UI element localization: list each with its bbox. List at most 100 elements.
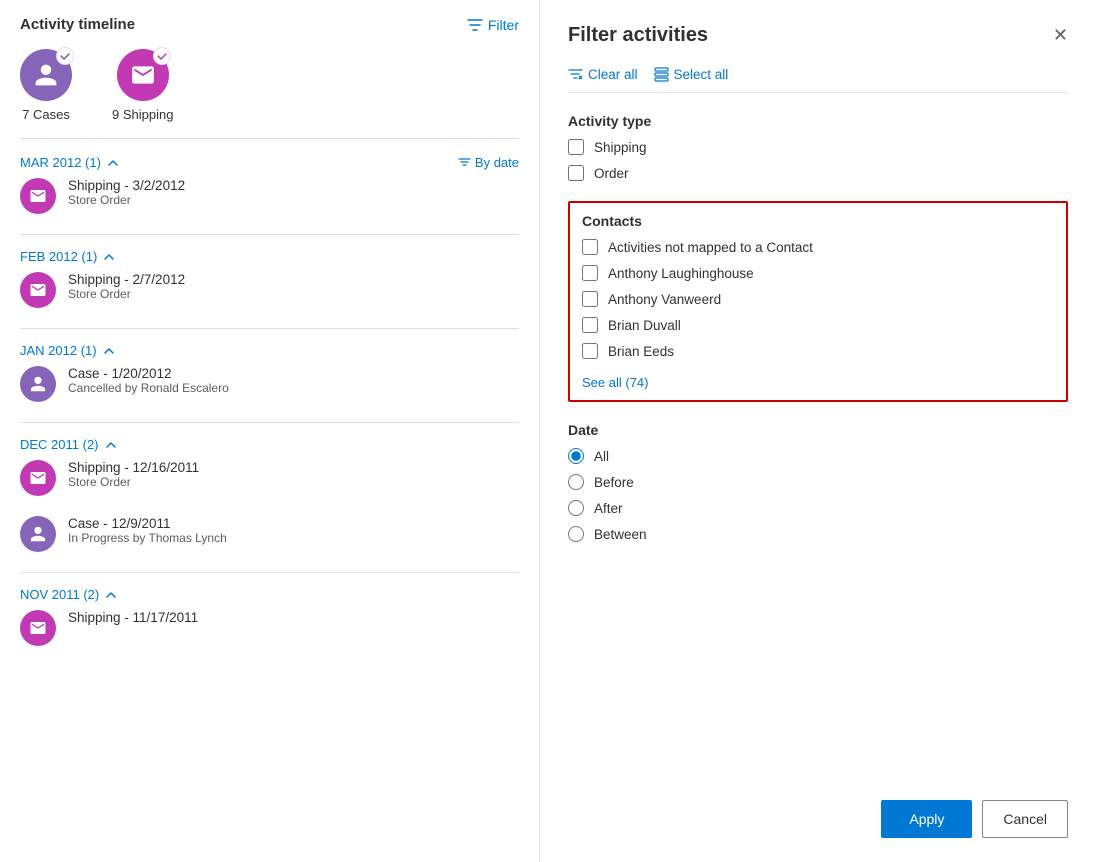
contact-4-label[interactable]: Brian Eeds — [608, 344, 674, 359]
filter-icon — [467, 17, 483, 33]
email-act-icon4 — [29, 619, 47, 637]
list-item: Anthony Vanweerd — [582, 291, 1054, 307]
cases-icon-item: 7 Cases — [20, 49, 72, 122]
footer-buttons: Apply Cancel — [881, 800, 1068, 838]
act-title6: Shipping - 11/17/2011 — [68, 610, 198, 625]
cancel-button[interactable]: Cancel — [982, 800, 1068, 838]
email-icon — [130, 62, 156, 88]
date-all-label[interactable]: All — [594, 449, 609, 464]
date-before-radio[interactable] — [568, 474, 584, 490]
table-row: Case - 1/20/2012 Cancelled by Ronald Esc… — [20, 366, 519, 408]
shipping-checkbox-label[interactable]: Shipping — [594, 140, 647, 155]
list-item: All — [568, 448, 1068, 464]
panel-title: Filter activities — [568, 24, 708, 47]
date-before-label[interactable]: Before — [594, 475, 634, 490]
checkmark-icon2 — [156, 50, 168, 62]
cases-label: 7 Cases — [22, 107, 70, 122]
table-row: Case - 12/9/2011 In Progress by Thomas L… — [20, 516, 519, 558]
contact-1-checkbox[interactable] — [582, 265, 598, 281]
filter-button[interactable]: Filter — [467, 17, 519, 33]
contact-2-checkbox[interactable] — [582, 291, 598, 307]
chevron-up-icon5 — [105, 589, 117, 601]
person-icon — [33, 62, 59, 88]
date-all-radio[interactable] — [568, 448, 584, 464]
date-after-radio[interactable] — [568, 500, 584, 516]
chevron-up-icon — [107, 157, 119, 169]
filter-actions: Clear all Select all — [568, 67, 1068, 93]
list-item: Activities not mapped to a Contact — [582, 239, 1054, 255]
sort-by-date[interactable]: By date — [458, 155, 519, 170]
person-act-icon2 — [29, 525, 47, 543]
see-all-button[interactable]: See all (74) — [582, 375, 648, 390]
close-button[interactable]: ✕ — [1053, 25, 1068, 46]
list-item: Order — [568, 165, 1068, 181]
table-row: Shipping - 3/2/2012 Store Order — [20, 178, 519, 220]
section-jan2012: JAN 2012 (1) — [20, 343, 519, 358]
contact-4-checkbox[interactable] — [582, 343, 598, 359]
contact-2-label[interactable]: Anthony Vanweerd — [608, 292, 721, 307]
apply-button[interactable]: Apply — [881, 800, 972, 838]
date-after-label[interactable]: After — [594, 501, 623, 516]
shipping-act-icon2 — [20, 272, 56, 308]
chevron-up-icon2 — [103, 251, 115, 263]
date-jan2012[interactable]: JAN 2012 (1) — [20, 343, 115, 358]
contact-3-checkbox[interactable] — [582, 317, 598, 333]
shipping-act-icon3 — [20, 460, 56, 496]
act-sub2: Store Order — [68, 287, 185, 301]
order-checkbox-label[interactable]: Order — [594, 166, 629, 181]
date-dec2011[interactable]: DEC 2011 (2) — [20, 437, 117, 452]
select-all-icon — [654, 67, 669, 82]
contact-0-checkbox[interactable] — [582, 239, 598, 255]
date-between-radio[interactable] — [568, 526, 584, 542]
act-title3: Case - 1/20/2012 — [68, 366, 229, 381]
section-mar2012: MAR 2012 (1) By date — [20, 155, 519, 170]
table-row: Shipping - 2/7/2012 Store Order — [20, 272, 519, 314]
check-badge-shipping — [153, 47, 171, 65]
case-act-icon2 — [20, 516, 56, 552]
date-mar2012[interactable]: MAR 2012 (1) — [20, 155, 119, 170]
act-sub5: In Progress by Thomas Lynch — [68, 531, 227, 545]
act-sub4: Store Order — [68, 475, 199, 489]
shipping-act-icon4 — [20, 610, 56, 646]
act-title2: Shipping - 2/7/2012 — [68, 272, 185, 287]
date-between-label[interactable]: Between — [594, 527, 647, 542]
clear-filter-icon — [568, 67, 583, 82]
act-content: Shipping - 3/2/2012 Store Order — [68, 178, 185, 207]
contact-0-label[interactable]: Activities not mapped to a Contact — [608, 240, 813, 255]
act-title5: Case - 12/9/2011 — [68, 516, 227, 531]
table-row: Shipping - 11/17/2011 — [20, 610, 519, 652]
act-content3: Case - 1/20/2012 Cancelled by Ronald Esc… — [68, 366, 229, 395]
select-all-button[interactable]: Select all — [654, 67, 729, 82]
activity-type-group: Activity type Shipping Order — [568, 113, 1068, 181]
icons-row: 7 Cases 9 Shipping — [20, 49, 519, 139]
contact-3-label[interactable]: Brian Duvall — [608, 318, 681, 333]
chevron-up-icon4 — [105, 439, 117, 451]
shipping-act-icon — [20, 178, 56, 214]
act-sub: Store Order — [68, 193, 185, 207]
email-act-icon2 — [29, 281, 47, 299]
activity-header: Activity timeline Filter — [20, 16, 519, 33]
left-panel: Activity timeline Filter 7 Cases — [0, 0, 540, 862]
clear-all-button[interactable]: Clear all — [568, 67, 638, 82]
shipping-checkbox[interactable] — [568, 139, 584, 155]
list-item: After — [568, 500, 1068, 516]
panel-header: Filter activities ✕ — [568, 24, 1068, 47]
act-content2: Shipping - 2/7/2012 Store Order — [68, 272, 185, 301]
list-item: Before — [568, 474, 1068, 490]
section-dec2011: DEC 2011 (2) — [20, 437, 519, 452]
list-item: Brian Duvall — [582, 317, 1054, 333]
right-panel: Filter activities ✕ Clear all Select all… — [540, 0, 1096, 862]
date-nov2011[interactable]: NOV 2011 (2) — [20, 587, 117, 602]
date-label: Date — [568, 422, 1068, 438]
order-checkbox[interactable] — [568, 165, 584, 181]
shipping-icon-item: 9 Shipping — [112, 49, 173, 122]
contact-1-label[interactable]: Anthony Laughinghouse — [608, 266, 754, 281]
table-row: Shipping - 12/16/2011 Store Order — [20, 460, 519, 502]
date-feb2012[interactable]: FEB 2012 (1) — [20, 249, 115, 264]
section-feb2012: FEB 2012 (1) — [20, 249, 519, 264]
activity-title: Activity timeline — [20, 16, 135, 33]
list-item: Anthony Laughinghouse — [582, 265, 1054, 281]
person-act-icon — [29, 375, 47, 393]
act-sub3: Cancelled by Ronald Escalero — [68, 381, 229, 395]
check-badge-cases — [56, 47, 74, 65]
